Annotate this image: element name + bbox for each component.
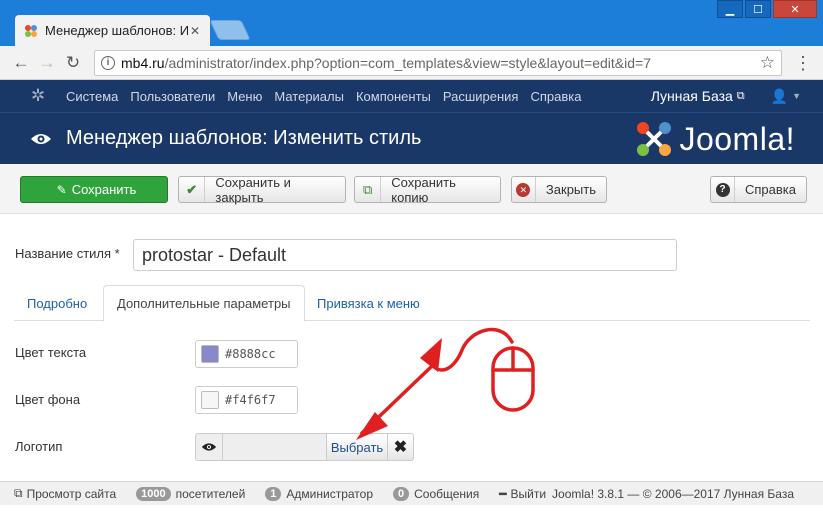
site-name: Лунная База [650, 88, 733, 104]
check-icon: ✔ [179, 177, 206, 202]
action-toolbar: ✎ Сохранить ✔ Сохранить и закрыть ⧉ Сохр… [0, 164, 823, 214]
logo-media-field: Выбрать ✖ [195, 433, 414, 461]
tab-menu-assignment[interactable]: Привязка к меню [304, 285, 433, 321]
help-button[interactable]: ? Справка [710, 176, 807, 203]
save-close-button[interactable]: ✔ Сохранить и закрыть [178, 174, 346, 205]
help-label: Справка [745, 182, 796, 197]
external-link-icon: ⧉ [14, 486, 23, 500]
visitors-label: посетителей [175, 486, 246, 501]
preview-eye-icon[interactable] [195, 433, 223, 461]
logo-path-input[interactable] [223, 433, 326, 461]
close-label: Закрыть [545, 182, 596, 197]
messages-badge: 0 [393, 486, 410, 501]
bookmark-star-icon[interactable]: ☆ [760, 53, 775, 73]
edit-icon: ✎ [56, 182, 67, 197]
forward-icon[interactable]: → [34, 50, 60, 76]
color-swatch[interactable] [201, 391, 219, 409]
browser-toolbar: ← → ↻ i mb4.ru/administrator/index.php?o… [0, 46, 823, 80]
cancel-icon: ✕ [512, 177, 536, 202]
admin-navbar: ✲ Система Пользователи Меню Материалы Ко… [0, 80, 823, 112]
browser-menu-icon[interactable]: ⋮ [794, 54, 812, 72]
copy-icon: ⧉ [355, 177, 382, 202]
address-bar[interactable]: i mb4.ru/administrator/index.php?option=… [94, 49, 782, 76]
version-text: Joomla! 3.8.1 — © 2006—2017 Лунная База [552, 486, 794, 501]
select-button[interactable]: Выбрать [326, 433, 388, 461]
url-host: mb4.ru [121, 54, 165, 71]
admins-item[interactable]: 1 Администратор [265, 486, 373, 501]
joomla-logo-icon[interactable]: ✲ [28, 86, 48, 106]
menu-item-components[interactable]: Компоненты [356, 89, 431, 104]
site-link[interactable]: Лунная База ⧉ 👤 ▼ [651, 88, 801, 105]
save-button[interactable]: ✎ Сохранить [20, 176, 168, 203]
url-path: /administrator/index.php?option=com_temp… [164, 54, 651, 71]
question-icon: ? [711, 177, 735, 202]
text-color-label: Цвет текста [15, 345, 87, 360]
minus-icon: ━ [499, 486, 507, 501]
logout-label: Выйти [510, 486, 547, 501]
page-title: Менеджер шаблонов: Изменить стиль [66, 127, 422, 149]
logo-label: Логотип [15, 439, 63, 454]
clear-icon[interactable]: ✖ [388, 433, 414, 461]
new-tab-button[interactable] [209, 20, 251, 40]
tab-title: Менеджер шаблонов: И [45, 23, 188, 38]
menu-item-content[interactable]: Материалы [274, 89, 344, 104]
tab-bar: Подробно Дополнительные параметры Привяз… [14, 285, 810, 322]
text-color-value: #8888cc [225, 347, 276, 361]
tab-advanced[interactable]: Дополнительные параметры [103, 285, 305, 322]
tab-close-icon[interactable]: ✕ [188, 24, 202, 38]
tab-details[interactable]: Подробно [14, 285, 100, 321]
info-icon[interactable]: i [101, 55, 115, 70]
window-close-icon[interactable]: ✕ [773, 0, 817, 18]
logo-text: Joomla! [679, 120, 795, 157]
color-swatch[interactable] [201, 345, 219, 363]
status-bar: ⧉ Просмотр сайта 1000 посетителей 1 Адми… [0, 481, 823, 505]
window-controls: ▁ ☐ ✕ [715, 0, 817, 18]
minimize-icon[interactable]: ▁ [717, 0, 743, 18]
menu-item-extensions[interactable]: Расширения [443, 89, 519, 104]
menu-item-users[interactable]: Пользователи [130, 89, 215, 104]
admins-label: Администратор [286, 486, 373, 501]
external-link-icon: ⧉ [736, 89, 745, 102]
style-name-input[interactable]: protostar - Default [133, 239, 677, 271]
admins-badge: 1 [265, 486, 282, 501]
text-color-input[interactable]: #8888cc [195, 340, 298, 368]
bg-color-label: Цвет фона [15, 392, 81, 407]
joomla-favicon-icon [23, 23, 39, 39]
menu-item-help[interactable]: Справка [530, 89, 581, 104]
bg-color-value: #f4f6f7 [225, 393, 276, 407]
messages-label: Сообщения [414, 486, 480, 501]
browser-tab[interactable]: Менеджер шаблонов: И ✕ [15, 15, 210, 46]
user-icon[interactable]: 👤 [771, 88, 788, 105]
browser-titlebar: Менеджер шаблонов: И ✕ ▁ ☐ ✕ [0, 0, 823, 46]
save-button-label: Сохранить [71, 182, 137, 197]
bg-color-input[interactable]: #f4f6f7 [195, 386, 298, 414]
joomla-logo: Joomla! [635, 120, 795, 158]
visitors-item[interactable]: 1000 посетителей [136, 486, 246, 501]
back-icon[interactable]: ← [8, 50, 34, 76]
chevron-down-icon: ▼ [792, 91, 801, 101]
save-close-label: Сохранить и закрыть [215, 174, 291, 205]
maximize-icon[interactable]: ☐ [745, 0, 771, 18]
admin-menu: Система Пользователи Меню Материалы Комп… [66, 89, 593, 104]
reload-icon[interactable]: ↻ [60, 50, 86, 76]
save-copy-label: Сохранить копию [391, 174, 456, 205]
menu-item-menus[interactable]: Меню [227, 89, 262, 104]
logout-link[interactable]: ━ Выйти [499, 487, 546, 501]
view-site-label: Просмотр сайта [26, 486, 117, 501]
close-button[interactable]: ✕ Закрыть [511, 176, 607, 203]
page-header: Менеджер шаблонов: Изменить стиль Joomla… [0, 112, 823, 164]
style-name-label: Название стиля * [15, 246, 120, 261]
eye-icon [31, 133, 51, 144]
view-site-link[interactable]: ⧉ Просмотр сайта [14, 486, 116, 501]
visitors-badge: 1000 [136, 486, 171, 501]
menu-item-system[interactable]: Система [66, 89, 118, 104]
messages-item[interactable]: 0 Сообщения [393, 486, 480, 501]
joomla-brand-icon [637, 122, 672, 156]
save-copy-button[interactable]: ⧉ Сохранить копию [354, 174, 501, 205]
